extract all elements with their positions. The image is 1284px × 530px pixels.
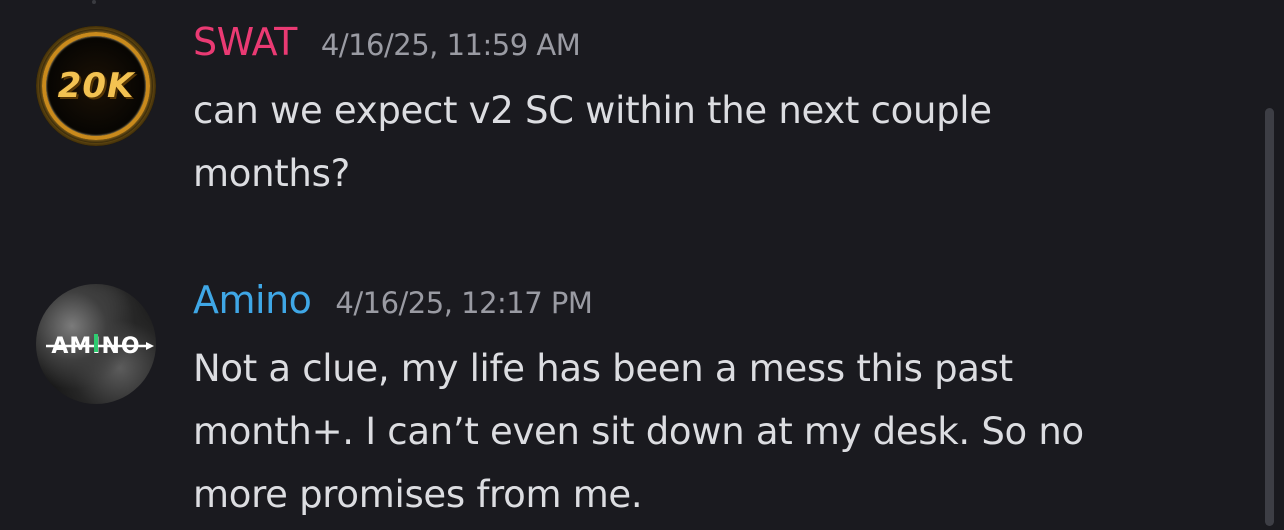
username[interactable]: SWAT xyxy=(193,20,297,64)
chat-message-list: 20K SWAT 4/16/25, 11:59 AM can we expect… xyxy=(0,0,1284,530)
message-text: Not a clue, my life has been a mess this… xyxy=(193,347,1084,516)
scrollbar-thumb[interactable] xyxy=(1265,108,1274,526)
avatar-logo-text: 20K xyxy=(57,66,135,106)
timestamp: 4/16/25, 12:17 PM xyxy=(335,286,593,320)
avatar-logo: AMINO xyxy=(46,334,154,359)
message-text: can we expect v2 SC within the next coup… xyxy=(193,89,992,195)
logo-arrow xyxy=(146,342,154,350)
message-content: Amino 4/16/25, 12:17 PM Not a clue, my l… xyxy=(193,278,1233,526)
logo-green-bar xyxy=(94,334,98,352)
user-avatar[interactable]: AMINO xyxy=(36,284,156,404)
message-header: Amino 4/16/25, 12:17 PM xyxy=(193,278,1233,334)
timestamp: 4/16/25, 11:59 AM xyxy=(320,28,581,62)
username[interactable]: Amino xyxy=(193,278,312,322)
divider-dot xyxy=(92,0,96,4)
user-avatar[interactable]: 20K xyxy=(36,26,156,146)
message-content: SWAT 4/16/25, 11:59 AM can we expect v2 … xyxy=(193,20,1233,205)
message-header: SWAT 4/16/25, 11:59 AM xyxy=(193,20,1233,76)
